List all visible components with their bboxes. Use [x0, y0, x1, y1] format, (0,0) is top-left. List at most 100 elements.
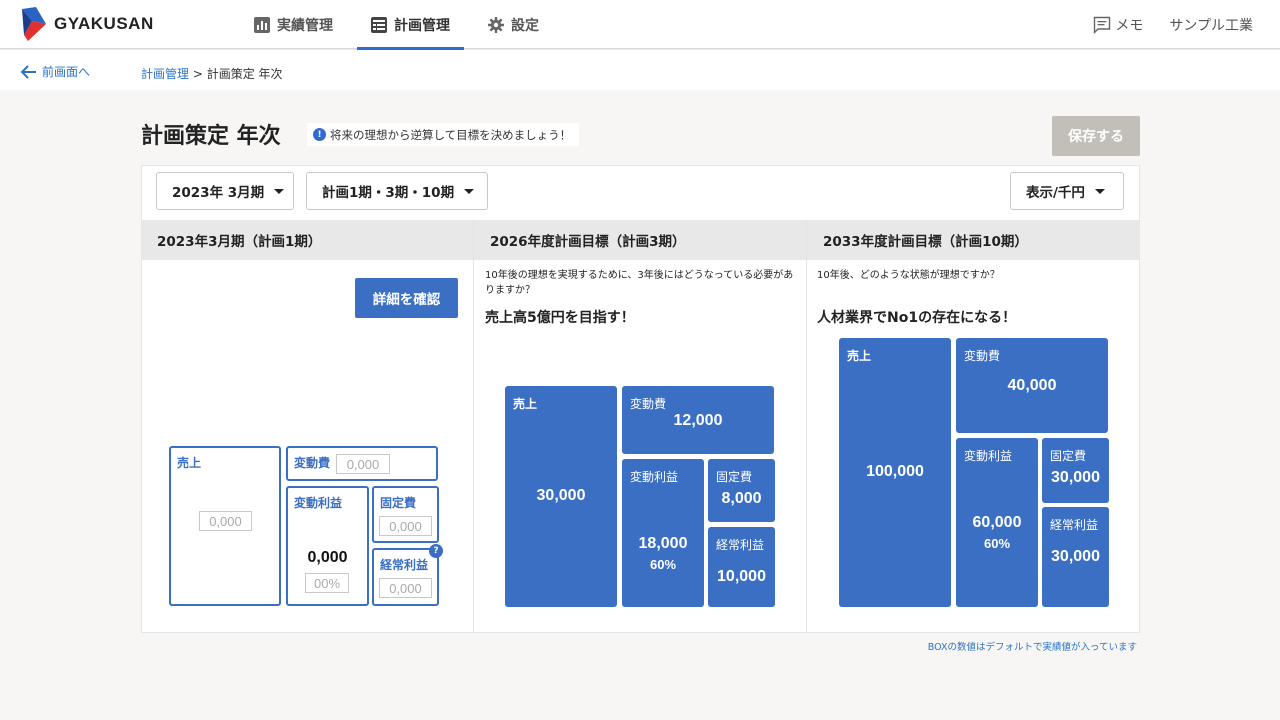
plan10-fixed-cost-label: 固定費 — [1050, 449, 1087, 463]
logo[interactable]: GYAKUSAN — [20, 7, 154, 41]
variable-cost-input[interactable]: 0,000 — [336, 454, 390, 474]
hint-banner: ! 将来の理想から逆算して目標を決めましょう！ — [307, 123, 580, 146]
plan3-variable-cost-value: 12,000 — [673, 412, 723, 429]
plan3-variable-cost-box[interactable]: 変動費 12,000 — [622, 386, 774, 454]
plan3-marginal-profit-value: 18,000 — [638, 535, 688, 552]
nav-item-settings[interactable]: 設定 — [474, 0, 553, 49]
memo-icon — [1094, 16, 1111, 34]
caret-down-icon — [1094, 188, 1105, 194]
plan10-sales-label: 売上 — [847, 349, 872, 363]
plan10-variable-cost-value: 40,000 — [1007, 377, 1057, 394]
plan-card: 2023年 3月期 計画1期・3期・10期 表示/千円 2023年3月期（計画1… — [141, 165, 1140, 633]
plan3-sales-label: 売上 — [513, 397, 538, 411]
plan3-fixed-cost-value: 8,000 — [721, 490, 762, 507]
nav-label: 計画管理 — [394, 17, 450, 34]
marginal-profit-label: 変動利益 — [294, 496, 343, 510]
plan10-variable-cost-box[interactable]: 変動費 40,000 — [956, 338, 1108, 433]
column-divider — [473, 220, 474, 633]
arrow-left-icon — [20, 64, 36, 79]
help-icon[interactable]: ? — [429, 544, 443, 558]
variable-cost-box: 変動費 0,000 — [286, 446, 438, 481]
fixed-cost-label: 固定費 — [380, 496, 417, 510]
header-right: メモ サンプル工業 — [1093, 0, 1253, 49]
company-menu[interactable]: サンプル工業 — [1169, 15, 1253, 35]
nav-label: 設定 — [511, 17, 539, 34]
plan3-sales-box[interactable]: 売上 30,000 — [505, 386, 617, 607]
column-header-plan10: 2033年度計画目標（計画10期） — [807, 220, 1140, 260]
ordinary-profit-label: 経常利益 — [380, 558, 429, 572]
plan10-ordinary-profit-box[interactable]: 経常利益 30,000 — [1042, 507, 1109, 607]
sales-input[interactable]: 0,000 — [199, 511, 252, 531]
fixed-cost-input[interactable]: 0,000 — [379, 516, 432, 536]
variable-cost-label: 変動費 — [294, 456, 331, 470]
caret-down-icon — [274, 188, 285, 194]
unit-select-value: 表示/千円 — [1026, 185, 1085, 201]
plan-select-value: 計画1期・3期・10期 — [322, 185, 455, 201]
plan3-marginal-profit-box[interactable]: 変動利益 18,000 60% — [622, 459, 704, 607]
plan10-ordinary-profit-label: 経常利益 — [1050, 518, 1099, 532]
marginal-profit-rate-input[interactable]: 00% — [305, 573, 349, 593]
logo-icon — [22, 7, 46, 41]
main-nav: 実績管理 計画管理 設定 — [240, 0, 563, 50]
period-select[interactable]: 2023年 3月期 — [156, 172, 294, 210]
plan3-sales-value: 30,000 — [536, 487, 586, 504]
plan10-marginal-profit-rate: 60% — [983, 536, 1011, 551]
sales-box: 売上 0,000 — [169, 446, 281, 606]
plan3-goal: 売上高5億円を目指す！ — [485, 310, 635, 326]
marginal-profit-box: 変動利益 0,000 00% — [286, 486, 369, 606]
breadcrumb-current: 計画策定 年次 — [206, 67, 283, 81]
column-header-plan3: 2026年度計画目標（計画3期） — [474, 220, 807, 260]
view-details-button[interactable]: 詳細を確認 — [355, 278, 458, 318]
logo-text: GYAKUSAN — [54, 14, 154, 33]
plan3-variable-cost-label: 変動費 — [630, 397, 667, 411]
plan10-marginal-profit-value: 60,000 — [972, 514, 1022, 531]
back-label: 前画面へ — [42, 65, 91, 79]
plan3-marginal-profit-rate: 60% — [649, 557, 677, 572]
period-select-value: 2023年 3月期 — [172, 185, 265, 201]
memo-label: メモ — [1115, 17, 1144, 34]
plan10-fixed-cost-box[interactable]: 固定費 30,000 — [1042, 438, 1109, 503]
gear-icon — [488, 16, 504, 33]
plan10-question: 10年後、どのような状態が理想ですか？ — [817, 270, 1000, 281]
column-divider — [806, 220, 807, 633]
unit-select[interactable]: 表示/千円 — [1010, 172, 1124, 210]
footnote: BOXの数値はデフォルトで実績値が入っています — [927, 642, 1137, 653]
plan10-fixed-cost-value: 30,000 — [1051, 469, 1100, 486]
plan3-fixed-cost-box[interactable]: 固定費 8,000 — [708, 459, 775, 522]
info-icon: ! — [313, 128, 326, 141]
plan10-variable-cost-label: 変動費 — [964, 349, 1001, 363]
breadcrumb-separator: > — [192, 67, 203, 81]
plan3-marginal-profit-label: 変動利益 — [630, 470, 679, 484]
ordinary-profit-box: 経常利益 0,000 — [372, 548, 439, 606]
save-button[interactable]: 保存する — [1052, 116, 1140, 156]
back-link[interactable]: 前画面へ — [20, 63, 90, 80]
plan10-sales-value: 100,000 — [866, 463, 924, 480]
nav-item-results[interactable]: 実績管理 — [240, 0, 347, 49]
nav-item-plans[interactable]: 計画管理 — [357, 0, 464, 50]
breadcrumb: 計画管理 > 計画策定 年次 — [141, 65, 283, 82]
plan3-ordinary-profit-value: 10,000 — [717, 568, 766, 585]
breadcrumb-bar: 前画面へ 計画管理 > 計画策定 年次 — [0, 50, 1280, 90]
plan10-marginal-profit-box[interactable]: 変動利益 60,000 60% — [956, 438, 1038, 607]
nav-label: 実績管理 — [277, 17, 333, 34]
plan-select[interactable]: 計画1期・3期・10期 — [306, 172, 488, 210]
caret-down-icon — [464, 188, 475, 194]
ordinary-profit-input[interactable]: 0,000 — [379, 578, 432, 598]
page-title: 計画策定 年次 — [141, 124, 281, 149]
sales-label: 売上 — [177, 456, 202, 470]
plan3-question: 10年後の理想を実現するために、3年後にはどうなっている必要がありますか？ — [485, 270, 794, 296]
marginal-profit-value: 0,000 — [307, 549, 348, 566]
breadcrumb-parent[interactable]: 計画管理 — [141, 67, 189, 81]
plan10-marginal-profit-label: 変動利益 — [964, 449, 1013, 463]
bar-chart-icon — [254, 16, 270, 33]
plan10-goal: 人材業界でNo1の存在になる！ — [817, 310, 1017, 326]
fixed-cost-box: 固定費 0,000 — [372, 486, 439, 543]
hint-text: 将来の理想から逆算して目標を決めましょう！ — [330, 127, 572, 142]
list-icon — [371, 16, 387, 33]
memo-button[interactable]: メモ — [1093, 15, 1143, 35]
plan10-sales-box[interactable]: 売上 100,000 — [839, 338, 951, 607]
plan3-ordinary-profit-box[interactable]: 経常利益 10,000 — [708, 527, 775, 607]
plan3-ordinary-profit-label: 経常利益 — [716, 538, 765, 552]
column-header-actual: 2023年3月期（計画1期） — [142, 220, 474, 260]
plan3-fixed-cost-label: 固定費 — [716, 470, 753, 484]
